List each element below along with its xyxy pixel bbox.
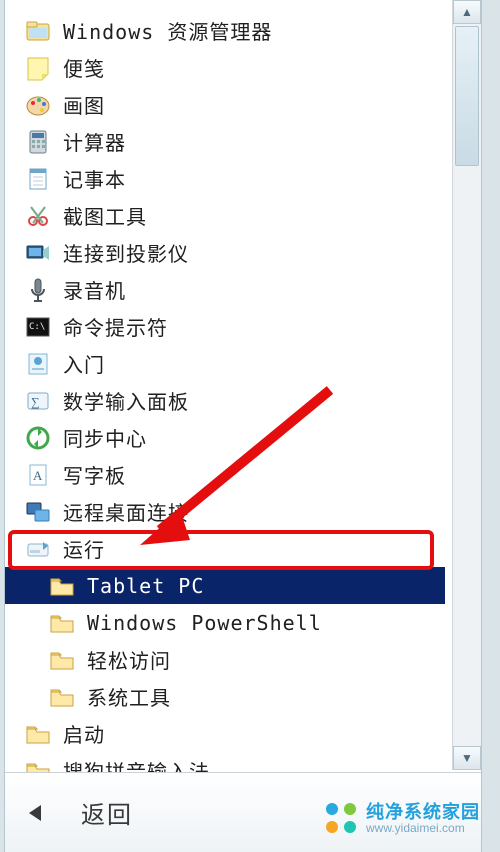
item-label: 入门 <box>63 349 105 378</box>
paint-icon <box>25 92 51 118</box>
svg-text:C:\: C:\ <box>29 322 45 332</box>
item-cmd[interactable]: C:\ 命令提示符 <box>5 308 445 345</box>
folder-icon <box>49 573 75 599</box>
item-sticky[interactable]: 便笺 <box>5 49 445 86</box>
item-label: 运行 <box>63 534 105 563</box>
getting-started-icon <box>25 351 51 377</box>
item-wordpad[interactable]: A 写字板 <box>5 456 445 493</box>
run-icon <box>25 536 51 562</box>
item-label: 写字板 <box>63 460 126 489</box>
item-label: 记事本 <box>63 164 126 193</box>
folder-icon <box>49 610 75 636</box>
svg-text:∑: ∑ <box>31 395 40 409</box>
folder-icon <box>49 684 75 710</box>
sticky-note-icon <box>25 55 51 81</box>
item-label: 截图工具 <box>63 201 147 230</box>
scroll-down-button[interactable]: ▼ <box>453 746 481 770</box>
item-tablet-pc[interactable]: Tablet PC <box>5 567 445 604</box>
notepad-icon <box>25 166 51 192</box>
item-startup[interactable]: 启动 <box>5 715 445 752</box>
item-explorer[interactable]: Windows 资源管理器 <box>5 12 445 49</box>
item-label: 便笺 <box>63 53 105 82</box>
item-ease-of-access[interactable]: 轻松访问 <box>5 641 445 678</box>
item-powershell[interactable]: Windows PowerShell <box>5 604 445 641</box>
back-arrow-icon <box>29 805 45 821</box>
item-snipping[interactable]: 截图工具 <box>5 197 445 234</box>
vertical-scrollbar[interactable]: ▲ ▼ <box>452 0 481 770</box>
back-label: 返回 <box>81 795 133 830</box>
item-label: 录音机 <box>63 275 126 304</box>
item-system-tools[interactable]: 系统工具 <box>5 678 445 715</box>
item-label: 轻松访问 <box>87 645 171 674</box>
folder-icon <box>25 721 51 747</box>
item-label: 数学输入面板 <box>63 386 189 415</box>
item-label: Tablet PC <box>87 574 204 598</box>
item-remote-desktop[interactable]: 远程桌面连接 <box>5 493 445 530</box>
wordpad-icon: A <box>25 462 51 488</box>
watermark: 纯净系统家园 www.yidaimei.com <box>324 792 494 846</box>
item-label: 计算器 <box>63 127 126 156</box>
item-label: 画图 <box>63 90 105 119</box>
item-run[interactable]: 运行 <box>5 530 445 567</box>
remote-desktop-icon <box>25 499 51 525</box>
item-getting-started[interactable]: 入门 <box>5 345 445 382</box>
projector-icon <box>25 240 51 266</box>
item-paint[interactable]: 画图 <box>5 86 445 123</box>
explorer-icon <box>25 18 51 44</box>
programs-list: Windows 资源管理器 便笺 画图 计算器 记事本 <box>5 0 445 770</box>
item-label: 远程桌面连接 <box>63 497 189 526</box>
item-notepad[interactable]: 记事本 <box>5 160 445 197</box>
watermark-logo-icon <box>324 801 360 837</box>
item-sync-center[interactable]: 同步中心 <box>5 419 445 456</box>
item-label: 系统工具 <box>87 682 171 711</box>
math-input-icon: ∑ <box>25 388 51 414</box>
item-recorder[interactable]: 录音机 <box>5 271 445 308</box>
snipping-icon <box>25 203 51 229</box>
folder-icon <box>49 647 75 673</box>
scroll-up-button[interactable]: ▲ <box>453 0 481 24</box>
item-calculator[interactable]: 计算器 <box>5 123 445 160</box>
item-label: 同步中心 <box>63 423 147 452</box>
item-projector[interactable]: 连接到投影仪 <box>5 234 445 271</box>
item-label: Windows PowerShell <box>87 611 322 635</box>
item-math-input[interactable]: ∑ 数学输入面板 <box>5 382 445 419</box>
scroll-thumb[interactable] <box>455 26 479 166</box>
watermark-url: www.yidaimei.com <box>366 822 480 835</box>
sync-center-icon <box>25 425 51 451</box>
watermark-title: 纯净系统家园 <box>366 803 480 823</box>
cmd-icon: C:\ <box>25 314 51 340</box>
item-label: 命令提示符 <box>63 312 168 341</box>
item-label: 启动 <box>63 719 105 748</box>
recorder-icon <box>25 277 51 303</box>
item-label: Windows 资源管理器 <box>63 16 272 45</box>
start-menu-window: Windows 资源管理器 便笺 画图 计算器 记事本 <box>4 0 482 852</box>
svg-text:A: A <box>33 468 43 483</box>
item-label: 连接到投影仪 <box>63 238 189 267</box>
calculator-icon <box>25 129 51 155</box>
